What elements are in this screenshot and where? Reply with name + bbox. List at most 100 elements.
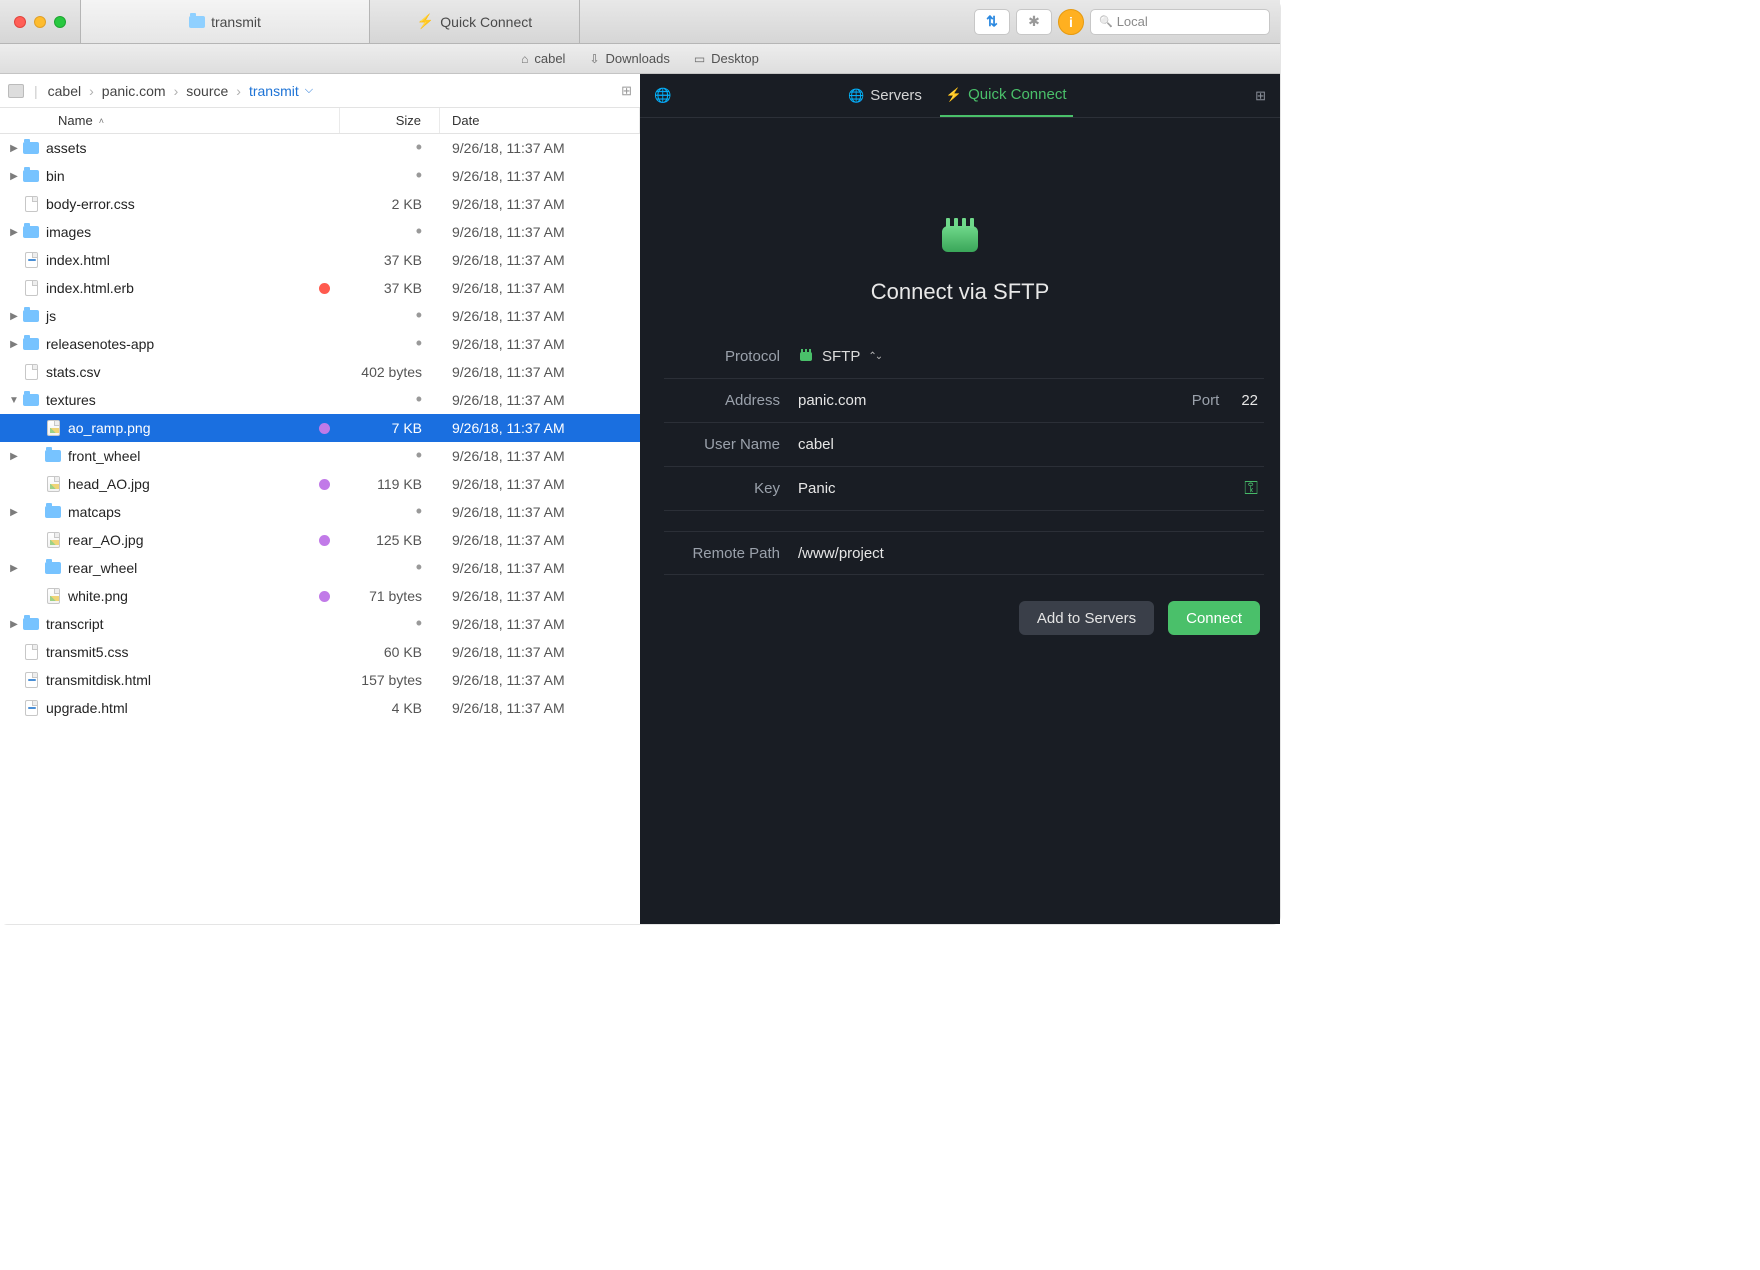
- expand-arrow-icon[interactable]: ▼: [6, 395, 22, 406]
- file-row[interactable]: rear_AO.jpg125 KB9/26/18, 11:37 AM: [0, 526, 640, 554]
- view-toggle-button[interactable]: ⊞: [621, 83, 632, 99]
- html-file-icon: [22, 672, 40, 688]
- file-row[interactable]: ▶bin•9/26/18, 11:37 AM: [0, 162, 640, 190]
- crumb-3[interactable]: transmit: [249, 83, 299, 99]
- column-name[interactable]: Name˄: [0, 108, 340, 133]
- file-row[interactable]: ▶matcaps•9/26/18, 11:37 AM: [0, 498, 640, 526]
- plug-icon: [798, 347, 814, 367]
- tab-local[interactable]: transmit: [80, 0, 370, 43]
- file-icon: [22, 644, 40, 660]
- file-name: matcaps: [68, 504, 121, 520]
- port-field[interactable]: 22: [1241, 392, 1258, 409]
- file-name: assets: [46, 140, 86, 156]
- file-icon: [22, 280, 40, 296]
- tab-quick-label: Quick Connect: [440, 14, 532, 30]
- file-row[interactable]: ▶releasenotes-app•9/26/18, 11:37 AM: [0, 330, 640, 358]
- tab-quick-connect[interactable]: ⚡ Quick Connect: [370, 0, 580, 43]
- file-row[interactable]: ▶rear_wheel•9/26/18, 11:37 AM: [0, 554, 640, 582]
- file-row[interactable]: ▶front_wheel•9/26/18, 11:37 AM: [0, 442, 640, 470]
- color-tag: [319, 423, 330, 434]
- folder-icon: [22, 310, 40, 322]
- file-row[interactable]: transmit5.css60 KB9/26/18, 11:37 AM: [0, 638, 640, 666]
- file-row[interactable]: ▶images•9/26/18, 11:37 AM: [0, 218, 640, 246]
- favorite-downloads[interactable]: ⇩Downloads: [589, 51, 669, 66]
- file-date: 9/26/18, 11:37 AM: [440, 140, 640, 156]
- expand-arrow-icon[interactable]: ▶: [6, 563, 22, 574]
- expand-arrow-icon[interactable]: ▶: [6, 619, 22, 630]
- connect-form: Protocol SFTP ⌃⌄ Address panic.com Port …: [640, 335, 1280, 575]
- row-remotepath: Remote Path /www/project: [664, 531, 1264, 575]
- color-tag: [319, 535, 330, 546]
- username-field[interactable]: cabel: [798, 436, 1264, 453]
- search-input[interactable]: Local: [1090, 9, 1270, 35]
- column-size[interactable]: Size: [340, 108, 440, 133]
- protocol-selector[interactable]: SFTP ⌃⌄: [798, 347, 1264, 367]
- file-list: ▶assets•9/26/18, 11:37 AM▶bin•9/26/18, 1…: [0, 134, 640, 924]
- expand-arrow-icon[interactable]: ▶: [6, 171, 22, 182]
- folder-icon: [22, 142, 40, 154]
- desktop-icon: ▭: [694, 52, 705, 66]
- sftp-plug-icon: [936, 212, 984, 265]
- sync-button[interactable]: ⇅: [974, 9, 1010, 35]
- file-icon: [22, 364, 40, 380]
- file-row[interactable]: white.png71 bytes9/26/18, 11:37 AM: [0, 582, 640, 610]
- crumb-1[interactable]: panic.com: [102, 83, 166, 99]
- expand-arrow-icon[interactable]: ▶: [6, 143, 22, 154]
- favorite-desktop[interactable]: ▭Desktop: [694, 51, 759, 66]
- key-field[interactable]: Panic ⚿: [798, 478, 1264, 499]
- file-size: 37 KB: [340, 280, 440, 296]
- label-username: User Name: [664, 436, 798, 453]
- crumb-2[interactable]: source: [186, 83, 228, 99]
- remote-view-toggle[interactable]: ⊞: [1255, 88, 1266, 104]
- file-size: 2 KB: [340, 196, 440, 212]
- disk-icon[interactable]: [8, 84, 24, 98]
- file-row[interactable]: ▼textures•9/26/18, 11:37 AM: [0, 386, 640, 414]
- remote-tab-quick[interactable]: ⚡Quick Connect: [940, 74, 1073, 117]
- file-row[interactable]: ▶ assets •9/26/18, 11:37 AM: [0, 134, 640, 162]
- file-name: head_AO.jpg: [68, 476, 150, 492]
- expand-arrow-icon[interactable]: ▶: [6, 507, 22, 518]
- minimize-window-button[interactable]: [34, 16, 46, 28]
- file-row[interactable]: body-error.css2 KB9/26/18, 11:37 AM: [0, 190, 640, 218]
- zoom-window-button[interactable]: [54, 16, 66, 28]
- globe-icon[interactable]: 🌐: [654, 87, 671, 104]
- file-size: •: [340, 504, 440, 520]
- activity-button[interactable]: ✱: [1016, 9, 1052, 35]
- favorite-home[interactable]: ⌂cabel: [521, 51, 565, 66]
- file-size: •: [340, 140, 440, 156]
- file-row[interactable]: ao_ramp.png7 KB9/26/18, 11:37 AM: [0, 414, 640, 442]
- column-date[interactable]: Date: [440, 108, 640, 133]
- file-date: 9/26/18, 11:37 AM: [440, 644, 640, 660]
- crumb-0[interactable]: cabel: [48, 83, 81, 99]
- row-username: User Name cabel: [664, 423, 1264, 467]
- file-name: images: [46, 224, 91, 240]
- expand-arrow-icon[interactable]: ▶: [6, 311, 22, 322]
- toolbar-right: ⇅ ✱ i Local: [964, 0, 1280, 43]
- add-to-servers-button[interactable]: Add to Servers: [1019, 601, 1154, 635]
- connect-button[interactable]: Connect: [1168, 601, 1260, 635]
- file-row[interactable]: upgrade.html4 KB9/26/18, 11:37 AM: [0, 694, 640, 722]
- remote-tab-servers[interactable]: 🌐Servers: [842, 74, 928, 117]
- image-file-icon: [44, 476, 62, 492]
- expand-arrow-icon[interactable]: ▶: [6, 339, 22, 350]
- file-row[interactable]: ▶js•9/26/18, 11:37 AM: [0, 302, 640, 330]
- image-file-icon: [44, 420, 62, 436]
- close-window-button[interactable]: [14, 16, 26, 28]
- file-row[interactable]: stats.csv402 bytes9/26/18, 11:37 AM: [0, 358, 640, 386]
- file-name: releasenotes-app: [46, 336, 154, 352]
- address-field[interactable]: panic.com Port 22: [798, 392, 1264, 409]
- file-size: •: [340, 616, 440, 632]
- file-size: •: [340, 308, 440, 324]
- remotepath-field[interactable]: /www/project: [798, 545, 1264, 562]
- file-row[interactable]: transmitdisk.html157 bytes9/26/18, 11:37…: [0, 666, 640, 694]
- chevron-down-icon[interactable]: ⌵: [305, 84, 313, 97]
- info-button[interactable]: i: [1058, 9, 1084, 35]
- expand-arrow-icon[interactable]: ▶: [6, 451, 22, 462]
- file-row[interactable]: index.html.erb37 KB9/26/18, 11:37 AM: [0, 274, 640, 302]
- file-row[interactable]: index.html37 KB9/26/18, 11:37 AM: [0, 246, 640, 274]
- folder-icon: [22, 170, 40, 182]
- file-row[interactable]: ▶transcript•9/26/18, 11:37 AM: [0, 610, 640, 638]
- folder-icon: [44, 450, 62, 462]
- file-row[interactable]: head_AO.jpg119 KB9/26/18, 11:37 AM: [0, 470, 640, 498]
- expand-arrow-icon[interactable]: ▶: [6, 227, 22, 238]
